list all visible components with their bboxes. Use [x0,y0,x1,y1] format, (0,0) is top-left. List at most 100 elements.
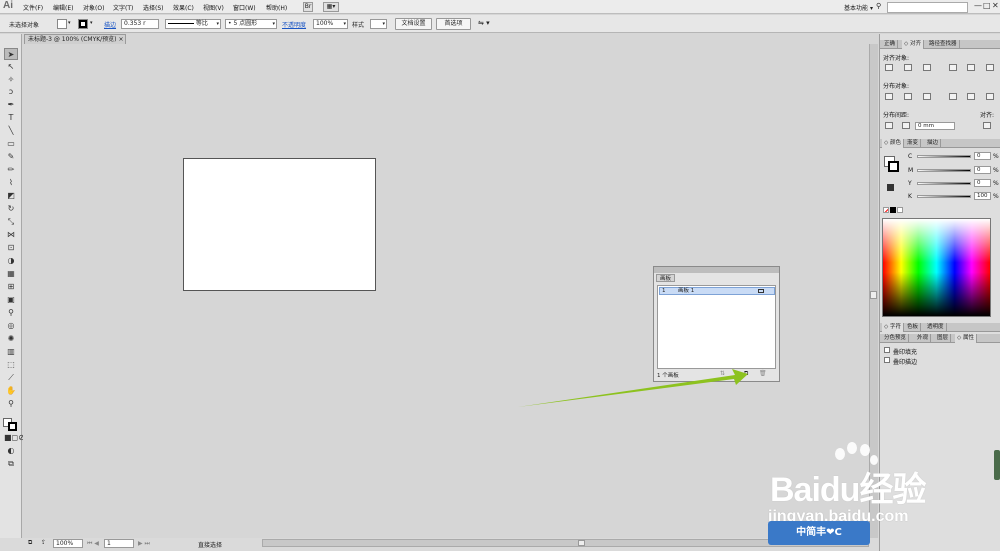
direct-selection-tool-icon[interactable]: ↖ [4,61,18,73]
close-icon[interactable]: × [118,36,123,43]
rotate-tool-icon[interactable]: ↻ [4,203,18,215]
perspective-grid-tool-icon[interactable]: ▦ [4,268,18,280]
menu-edit[interactable]: 编辑(E) [53,3,73,12]
out-of-gamut-icon[interactable] [887,184,894,191]
align-vcenter-icon[interactable] [967,64,975,71]
tab-layers[interactable]: 图层 [935,334,952,343]
scrollbar-thumb[interactable] [870,291,877,299]
bridge-button[interactable]: Br [303,2,313,12]
zoom-select[interactable]: 100% [53,539,83,548]
arrange-documents-button[interactable]: ▦▾ [323,2,339,12]
type-tool-icon[interactable]: T [4,112,18,124]
stroke-label-link[interactable]: 描边 [104,20,116,29]
gradient-tool-icon[interactable]: ▣ [4,294,18,306]
document-tab[interactable]: 未标题-3 @ 100% (CMYK/预览) × [24,34,126,44]
tab-transparency[interactable]: 透明度 [925,323,947,332]
stroke-swatch[interactable] [78,19,88,29]
tab-character[interactable]: ◇ 字符 [882,323,904,332]
hand-tool-icon[interactable]: ✋ [4,385,18,397]
document-setup-button[interactable]: 文档设置 [395,18,432,30]
rectangle-tool-icon[interactable]: ▭ [4,138,18,150]
pen-tool-icon[interactable]: ✒ [4,99,18,111]
search-input[interactable] [887,2,968,13]
menu-type[interactable]: 文字(T) [113,3,133,12]
artboard-number-select[interactable]: 1 [104,539,134,548]
slider-k[interactable] [917,195,971,198]
none-swatch-icon[interactable] [883,207,889,213]
symbol-sprayer-tool-icon[interactable]: ✺ [4,333,18,345]
stroke-weight-input[interactable]: 0.353 r [121,19,159,29]
panel-titlebar[interactable] [654,267,779,273]
side-widget[interactable] [994,450,1000,480]
color-spectrum[interactable] [882,218,991,317]
tab-artboards[interactable]: 画板 [656,274,676,282]
pencil-tool-icon[interactable]: ✏ [4,164,18,176]
black-swatch[interactable] [890,207,896,213]
menu-select[interactable]: 选择(S) [143,3,164,12]
input-y[interactable]: 0 [974,179,991,187]
distribute-top-icon[interactable] [885,93,893,100]
menu-effect[interactable]: 效果(C) [173,3,194,12]
distribute-right-icon[interactable] [986,93,994,100]
width-tool-icon[interactable]: ⋈ [4,229,18,241]
opacity-input[interactable]: 100% ▾ [313,19,348,29]
distribute-vcenter-icon[interactable] [904,93,912,100]
mesh-tool-icon[interactable]: ⊞ [4,281,18,293]
tab-appearance[interactable]: 外观 [915,334,932,343]
distribute-hcenter-icon[interactable] [967,93,975,100]
tab-gradient[interactable]: 渐变 [905,139,922,148]
align-to-selection-icon[interactable] [983,122,991,129]
workspace-switcher[interactable]: 基本功能 ▾ [844,3,873,12]
artboard-options-icon[interactable] [758,289,764,293]
delete-icon[interactable]: 🗑 [759,370,767,377]
panel-options-icon[interactable]: ⇋ ▾ [478,19,490,27]
preferences-button[interactable]: 首选项 [436,18,471,30]
align-top-icon[interactable] [949,64,957,71]
variable-width-profile[interactable]: 等比 ▾ [165,19,221,29]
distribute-bottom-icon[interactable] [923,93,931,100]
align-left-icon[interactable] [885,64,893,71]
menu-view[interactable]: 视图(V) [203,3,224,12]
tab-transform[interactable]: 正确 [882,40,899,49]
scrollbar-thumb[interactable] [578,540,585,546]
fill-swatch[interactable] [57,19,67,29]
zoom-tool-icon[interactable]: ⚲ [4,398,18,410]
input-m[interactable]: 0 [974,166,991,174]
slider-m[interactable] [917,169,971,172]
menu-object[interactable]: 对象(O) [83,3,104,12]
input-c[interactable]: 0 [974,152,991,160]
chevron-down-icon[interactable]: ▾ [90,20,93,26]
align-hcenter-icon[interactable] [904,64,912,71]
vertical-distribute-space-icon[interactable] [885,122,893,129]
tab-separations-preview[interactable]: 分色预览 [882,334,910,343]
spacing-input[interactable]: 0 mm [915,122,955,130]
lasso-tool-icon[interactable]: ↄ [4,86,18,98]
tab-align[interactable]: ◇ 对齐 [902,40,924,49]
prev-artboard-icon[interactable]: ⏮ ◀ [87,540,99,548]
artboard[interactable] [183,158,376,291]
slider-y[interactable] [917,182,971,185]
screen-mode-icon[interactable]: ⧉ [4,458,18,470]
next-artboard-icon[interactable]: ▶ ⏭ [138,540,150,548]
align-bottom-icon[interactable] [986,64,994,71]
distribute-left-icon[interactable] [949,93,957,100]
artboard-nav-icon[interactable]: ⧉ [28,539,32,547]
tab-pathfinder[interactable]: 路径查找器 [927,40,960,49]
magic-wand-tool-icon[interactable]: ✧ [4,74,18,86]
list-item[interactable]: 1 画板 1 [659,287,775,295]
paintbrush-tool-icon[interactable]: ✎ [4,151,18,163]
tab-swatches[interactable]: 色板 [905,323,922,332]
tab-stroke[interactable]: 描边 [925,139,942,148]
artboard-tool-icon[interactable]: ⬚ [4,359,18,371]
menu-window[interactable]: 窗口(W) [233,3,256,12]
chevron-down-icon[interactable]: ▾ [68,20,71,26]
blob-brush-tool-icon[interactable]: ⌇ [4,177,18,189]
stroke-color-icon[interactable] [8,422,17,431]
brush-definition[interactable]: • 5 点圆形 ▾ [225,19,277,29]
horizontal-distribute-space-icon[interactable] [902,122,910,129]
slider-c[interactable] [917,155,971,158]
align-right-icon[interactable] [923,64,931,71]
opacity-label-link[interactable]: 不透明度 [282,20,306,29]
blend-tool-icon[interactable]: ◎ [4,320,18,332]
overprint-fill-checkbox[interactable] [884,347,890,353]
